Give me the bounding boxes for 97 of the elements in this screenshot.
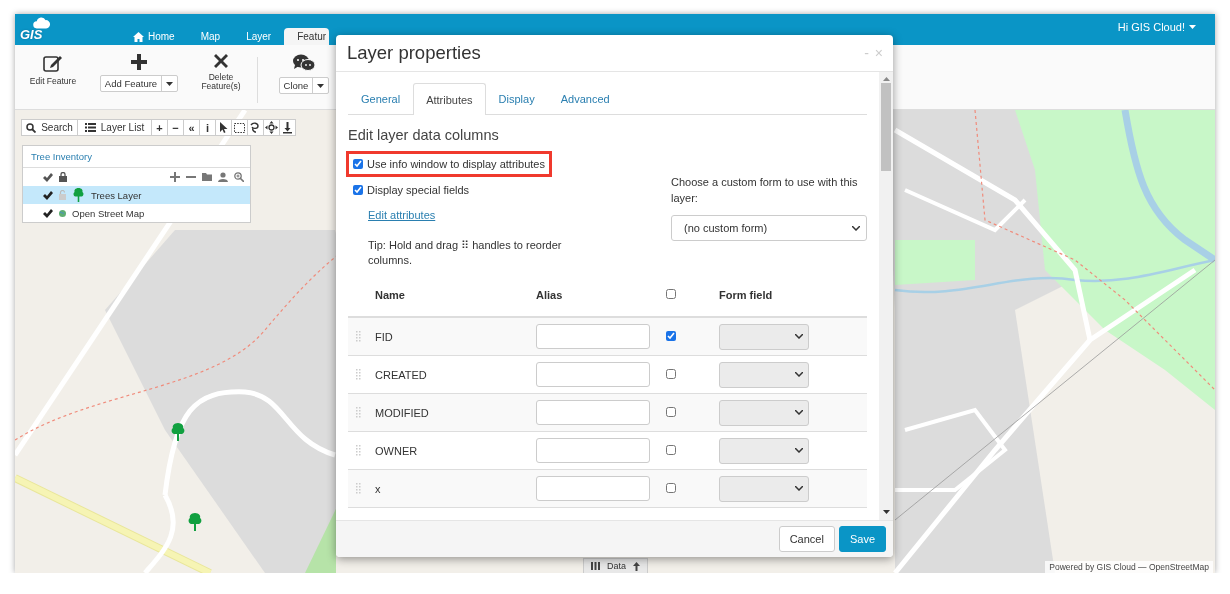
tree-icon <box>171 423 185 441</box>
edit-attributes-link[interactable]: Edit attributes <box>368 209 436 221</box>
tree-icon <box>72 188 85 202</box>
table-cell: OWNER <box>375 444 418 457</box>
alias-input[interactable] <box>536 438 650 463</box>
folder-icon[interactable] <box>202 172 212 182</box>
form-field-select[interactable] <box>719 399 809 426</box>
custom-form-select[interactable]: (no custom form) <box>671 215 867 241</box>
panel-title[interactable]: Tree Inventory <box>23 146 250 168</box>
column-header: Name <box>375 289 405 301</box>
checkbox[interactable] <box>666 368 676 379</box>
scrollbar-thumb[interactable] <box>881 83 891 171</box>
column-header: Alias <box>536 289 563 301</box>
checkbox[interactable] <box>666 482 676 493</box>
globe-icon <box>59 209 66 217</box>
list-icon <box>84 123 96 132</box>
alias-input[interactable] <box>536 400 650 425</box>
layer-row[interactable]: Trees Layer <box>23 186 250 204</box>
tab[interactable]: Attributes <box>413 83 486 115</box>
chevron-icon <box>795 372 803 377</box>
layer-name: Trees Layer <box>91 189 142 201</box>
layer-row[interactable]: Open Street Map <box>23 204 250 222</box>
drag-handle-icon[interactable] <box>356 445 361 456</box>
checkbox[interactable] <box>666 289 676 299</box>
chevron-icon <box>852 225 860 231</box>
drag-handle-icon[interactable] <box>356 369 361 380</box>
logo-text: GIS <box>20 29 43 41</box>
move-icon <box>265 121 278 134</box>
dialog-title: Layer properties <box>347 42 482 64</box>
tab[interactable]: Display <box>485 83 548 114</box>
column-header: Form field <box>719 289 773 301</box>
plus-icon[interactable] <box>170 172 180 182</box>
form-field-select[interactable] <box>719 361 809 388</box>
form-field-select[interactable] <box>719 475 809 502</box>
zoom-icon[interactable] <box>234 172 244 182</box>
table-cell: CREATED <box>375 368 427 381</box>
split-button[interactable]: Add Feature <box>99 75 179 92</box>
scroll-down-icon <box>882 510 890 514</box>
chevron-icon <box>795 410 803 415</box>
search-button[interactable]: Search <box>21 119 78 136</box>
table-cell: FID <box>375 330 393 343</box>
layer-name: Open Street Map <box>72 207 145 219</box>
user-icon[interactable] <box>218 172 228 182</box>
field-label: Choose a custom form to use with this layer: <box>671 175 859 206</box>
drag-handle-icon[interactable] <box>356 483 361 494</box>
caret-icon <box>317 83 325 88</box>
alias-input[interactable] <box>536 362 650 387</box>
attribution-text: Powered by GIS Cloud — OpenStreetMap <box>1045 561 1213 573</box>
form-field-select[interactable] <box>719 323 809 350</box>
chat-icon <box>293 54 315 72</box>
tab[interactable]: General <box>348 83 414 114</box>
chevron-icon <box>795 486 803 491</box>
unlock-icon <box>59 190 66 200</box>
section-heading: Edit layer data columns <box>348 126 500 145</box>
drag-handle-icon[interactable] <box>356 407 361 418</box>
table-cell: MODIFIED <box>375 406 429 419</box>
lock-icon <box>59 172 67 182</box>
option-label: Display special fields <box>367 184 470 196</box>
nav-tab[interactable]: Featur <box>284 28 330 45</box>
chevron-icon <box>795 334 803 339</box>
tool-label[interactable]: Edit Feature <box>23 77 83 86</box>
alias-input[interactable] <box>536 324 650 349</box>
check-icon <box>43 172 53 182</box>
drag-handle-icon[interactable] <box>356 331 361 342</box>
grid-icon <box>591 562 600 570</box>
tree-icon <box>188 513 202 531</box>
tool-label[interactable]: Delete Feature(s) <box>191 73 251 91</box>
split-button[interactable]: Clone <box>278 77 330 94</box>
plus-icon <box>131 54 147 70</box>
checkbox[interactable] <box>353 185 363 195</box>
checkbox[interactable] <box>666 406 676 417</box>
select-box-icon <box>233 121 246 134</box>
lasso-icon <box>249 121 262 134</box>
option-label: Use info window to display attributes <box>367 158 545 170</box>
close-icon <box>214 54 228 68</box>
form-field-select[interactable] <box>719 437 809 464</box>
edit-icon <box>43 54 63 72</box>
data-tab[interactable]: Data <box>583 558 648 573</box>
up-arrow-icon <box>633 561 640 571</box>
caret-icon <box>166 81 174 86</box>
pointer-icon <box>217 121 230 134</box>
scroll-up-icon <box>882 77 890 81</box>
checkbox[interactable] <box>666 330 676 341</box>
layer-list-button[interactable]: Layer List <box>77 119 152 136</box>
checkbox[interactable] <box>353 159 363 169</box>
table-cell: x <box>375 482 381 495</box>
tab[interactable]: Advanced <box>547 83 623 114</box>
search-icon <box>26 122 37 133</box>
checkbox[interactable] <box>666 444 676 455</box>
home-icon <box>133 31 144 42</box>
caret-icon <box>1189 25 1196 29</box>
scrollbar[interactable] <box>879 72 893 520</box>
tip-text: Tip: Hold and drag ⠿ handles to reorder columns. <box>368 238 563 268</box>
cancel-button[interactable]: Cancel <box>778 526 835 552</box>
cloud-icon <box>32 16 51 29</box>
chevron-icon <box>795 448 803 453</box>
alias-input[interactable] <box>536 476 650 501</box>
